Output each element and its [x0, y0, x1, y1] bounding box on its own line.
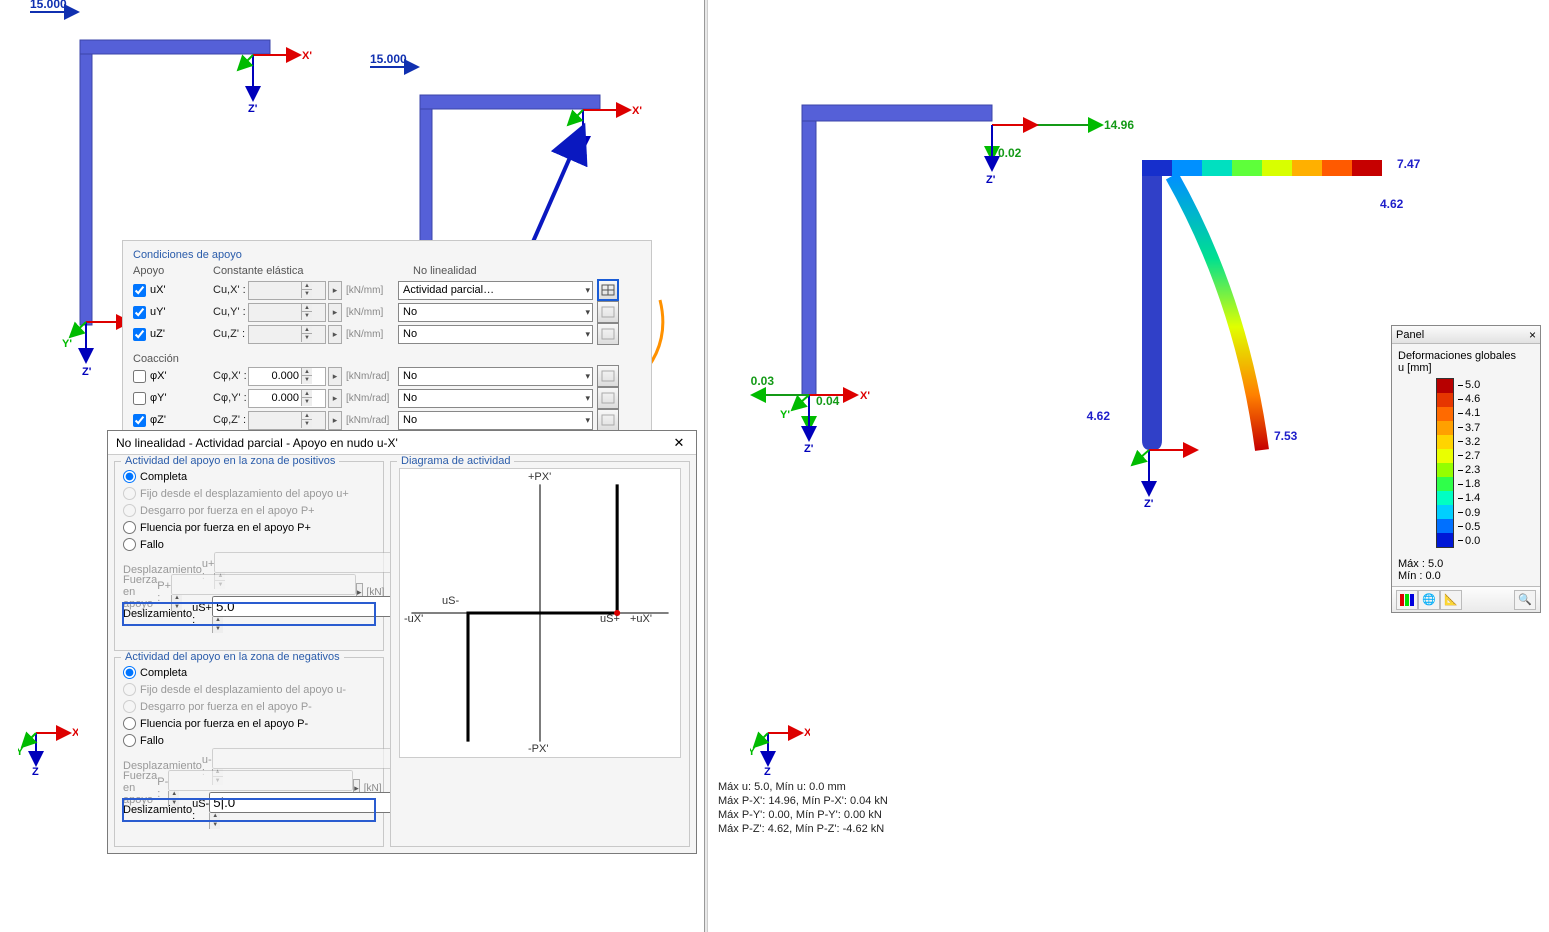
radio-fallo-neg[interactable]: Fallo	[123, 732, 375, 749]
panel-subtitle: Deformaciones globales	[1398, 350, 1534, 362]
radio-fijo-pos[interactable]: Fijo desde el desplazamiento del apoyo u…	[123, 485, 375, 502]
combo-nl-uz[interactable]: No▾	[398, 325, 593, 344]
combo-nl-uy[interactable]: No▾	[398, 303, 593, 322]
close-icon[interactable]: ×	[1529, 328, 1536, 342]
edit-nl-phix[interactable]	[597, 365, 619, 387]
edit-nl-ux[interactable]	[597, 279, 619, 301]
pick-btn[interactable]: ▸	[328, 281, 342, 300]
load-value-2: 15.000	[370, 52, 407, 66]
spin-usminus[interactable]: ▲▼	[209, 792, 394, 829]
panel-unit: u [mm]	[1398, 362, 1534, 374]
svg-text:0.02: 0.02	[998, 146, 1022, 160]
globe-icon[interactable]: 🌐	[1418, 590, 1440, 610]
svg-text:Z': Z'	[804, 443, 814, 455]
close-icon[interactable]: ✕	[670, 435, 688, 451]
check-phix[interactable]: φX'	[133, 370, 213, 383]
svg-text:Z': Z'	[82, 366, 92, 378]
load-value-1: 15.000	[30, 0, 67, 11]
pick-btn[interactable]: ▸	[328, 325, 342, 344]
svg-text:0.04: 0.04	[816, 394, 840, 408]
svg-text:7.47: 7.47	[1397, 157, 1421, 171]
edit-nl-phiz[interactable]	[597, 409, 619, 431]
zoom-icon[interactable]: 🔍	[1514, 590, 1536, 610]
svg-text:Y': Y'	[780, 409, 790, 421]
edit-nl-uy[interactable]	[597, 301, 619, 323]
spin-cux[interactable]: ▲▼	[248, 281, 326, 300]
nonlinearity-dialog: No linealidad - Actividad parcial - Apoy…	[107, 430, 697, 854]
svg-text:Z': Z'	[248, 103, 258, 115]
panel-min: Mín : 0.0	[1398, 570, 1534, 582]
spin-cuy[interactable]: ▲▼	[248, 303, 326, 322]
radio-desg-neg[interactable]: Desgarro por fuerza en el apoyo P-	[123, 698, 375, 715]
svg-text:0.03: 0.03	[751, 374, 775, 388]
svg-text:X': X'	[632, 105, 642, 117]
svg-text:X: X	[804, 727, 810, 739]
check-phiy[interactable]: φY'	[133, 392, 213, 405]
check-phiz[interactable]: φZ'	[133, 414, 213, 427]
edit-nl-uz[interactable]	[597, 323, 619, 345]
svg-text:Y: Y	[750, 746, 756, 758]
radio-desg-pos[interactable]: Desgarro por fuerza en el apoyo P+	[123, 502, 375, 519]
combo-nl-phiy[interactable]: No▾	[398, 389, 593, 408]
spin-cphix[interactable]: ▲▼	[248, 367, 326, 386]
svg-text:4.62: 4.62	[1087, 409, 1111, 423]
radio-fallo-pos[interactable]: Fallo	[123, 536, 375, 553]
result-frame-2: 7.47 4.62 4.62 7.53 Z'	[1087, 157, 1421, 510]
svg-text:Z: Z	[32, 766, 39, 775]
combo-nl-ux[interactable]: Actividad parcial…▾	[398, 281, 593, 300]
check-uz[interactable]: uZ'	[133, 328, 213, 341]
combo-nl-phix[interactable]: No▾	[398, 367, 593, 386]
pick-btn[interactable]: ▸	[328, 389, 342, 408]
dialog-title: No linealidad - Actividad parcial - Apoy…	[116, 436, 398, 450]
edit-nl-phiy[interactable]	[597, 387, 619, 409]
ruler-icon[interactable]: 📐	[1440, 590, 1462, 610]
pick-btn[interactable]: ▸	[328, 303, 342, 322]
radio-completa-pos[interactable]: Completa	[123, 468, 375, 485]
activity-diagram: +PX' -PX' uS- -uX' uS+ +uX'	[399, 468, 681, 758]
svg-text:Z': Z'	[1144, 498, 1154, 510]
svg-text:4.62: 4.62	[1380, 197, 1404, 211]
radio-fijo-neg[interactable]: Fijo desde el desplazamiento del apoyo u…	[123, 681, 375, 698]
axis-triad-left: X Z Y	[18, 715, 78, 775]
svg-text:7.53: 7.53	[1274, 429, 1298, 443]
spin-usplus[interactable]: ▲▼	[212, 596, 397, 633]
combo-nl-phiz[interactable]: No▾	[398, 411, 593, 430]
radio-flu-pos[interactable]: Fluencia por fuerza en el apoyo P+	[123, 519, 375, 536]
results-panel: Panel × Deformaciones globales u [mm] 5.…	[1391, 325, 1541, 613]
pick-btn[interactable]: ▸	[328, 411, 342, 430]
panel-max: Máx : 5.0	[1398, 558, 1534, 570]
svg-text:Y': Y'	[62, 338, 72, 350]
spin-cphiy[interactable]: ▲▼	[248, 389, 326, 408]
pick-btn[interactable]: ▸	[328, 367, 342, 386]
svg-text:X': X'	[302, 50, 312, 62]
result-frame-1: 14.96 0.02 Z' 0.03 0.04 X' Z' Y'	[751, 105, 1135, 455]
svg-text:Z: Z	[764, 766, 771, 775]
radio-completa-neg[interactable]: Completa	[123, 664, 375, 681]
svg-text:Z': Z'	[578, 153, 588, 165]
svg-text:X: X	[72, 727, 78, 739]
svg-text:14.96: 14.96	[1104, 118, 1134, 132]
svg-text:X': X'	[860, 390, 870, 402]
support-conditions-panel: Condiciones de apoyo Apoyo Constante elá…	[122, 240, 652, 440]
radio-flu-neg[interactable]: Fluencia por fuerza en el apoyo P-	[123, 715, 375, 732]
palette-icon[interactable]	[1396, 590, 1418, 610]
axis-triad-right: X Z Y	[750, 715, 810, 775]
spin-cuz[interactable]: ▲▼	[248, 325, 326, 344]
check-ux[interactable]: uX'	[133, 284, 213, 297]
spin-cphiz[interactable]: ▲▼	[248, 411, 326, 430]
result-stats: Máx u: 5.0, Mín u: 0.0 mm Máx P-X': 14.9…	[718, 780, 888, 836]
svg-text:Y: Y	[18, 746, 24, 758]
svg-text:Z': Z'	[986, 174, 996, 186]
panel-title: Panel	[1396, 329, 1424, 341]
check-uy[interactable]: uY'	[133, 306, 213, 319]
group-title: Condiciones de apoyo	[133, 249, 641, 261]
